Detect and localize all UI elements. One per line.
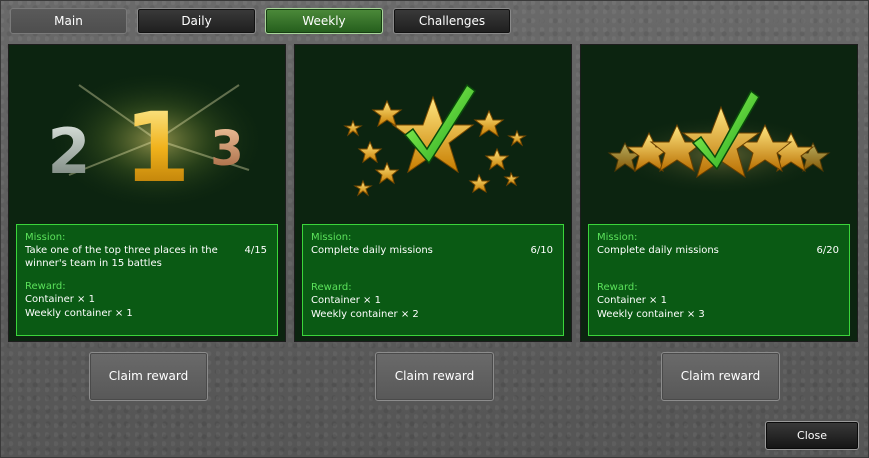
mission-text: Complete daily missions — [597, 245, 719, 256]
claim-reward-button-3[interactable]: Claim reward — [661, 352, 780, 401]
mission-progress: 6/10 — [530, 245, 553, 256]
mission-text: Complete daily missions — [311, 245, 433, 256]
tab-weekly[interactable]: Weekly — [265, 8, 383, 34]
stars-checkmark-icon — [343, 83, 527, 197]
reward-item: Weekly container × 3 — [597, 309, 705, 320]
reward-label: Reward: — [311, 282, 352, 293]
claim-reward-button-1[interactable]: Claim reward — [89, 352, 208, 401]
close-button[interactable]: Close — [765, 421, 859, 450]
reward-label: Reward: — [597, 282, 638, 293]
tab-daily[interactable]: Daily — [137, 8, 256, 34]
mission-box: Mission: Complete daily missions 6/10 Re… — [302, 224, 564, 336]
podium-digit-1: 1 — [124, 92, 191, 204]
mission-card-1: 2 1 3 Mission: Take one of the top three… — [8, 44, 286, 342]
reward-item: Container × 1 — [311, 295, 381, 306]
star-row-checkmark-icon — [607, 89, 831, 195]
mission-label: Mission: — [597, 232, 638, 243]
reward-label: Reward: — [25, 281, 66, 292]
reward-item: Container × 1 — [25, 294, 95, 305]
mission-label: Mission: — [311, 232, 352, 243]
mission-box: Mission: Take one of the top three place… — [16, 224, 278, 336]
podium-digit-3: 3 — [210, 121, 243, 177]
reward-item: Container × 1 — [597, 295, 667, 306]
claim-reward-button-2[interactable]: Claim reward — [375, 352, 494, 401]
podium-digit-2: 2 — [47, 115, 90, 188]
mission-progress: 4/15 — [244, 245, 267, 256]
podium-213-icon: 2 1 3 — [47, 70, 267, 210]
tab-challenges[interactable]: Challenges — [393, 8, 511, 34]
mission-label: Mission: — [25, 232, 66, 243]
mission-box: Mission: Complete daily missions 6/20 Re… — [588, 224, 850, 336]
mission-card-3: Mission: Complete daily missions 6/20 Re… — [580, 44, 858, 342]
mission-text: Take one of the top three places in the … — [25, 245, 218, 269]
reward-item: Weekly container × 1 — [25, 308, 133, 319]
mission-progress: 6/20 — [816, 245, 839, 256]
reward-item: Weekly container × 2 — [311, 309, 419, 320]
mission-card-2: Mission: Complete daily missions 6/10 Re… — [294, 44, 572, 342]
tab-main[interactable]: Main — [10, 8, 127, 34]
